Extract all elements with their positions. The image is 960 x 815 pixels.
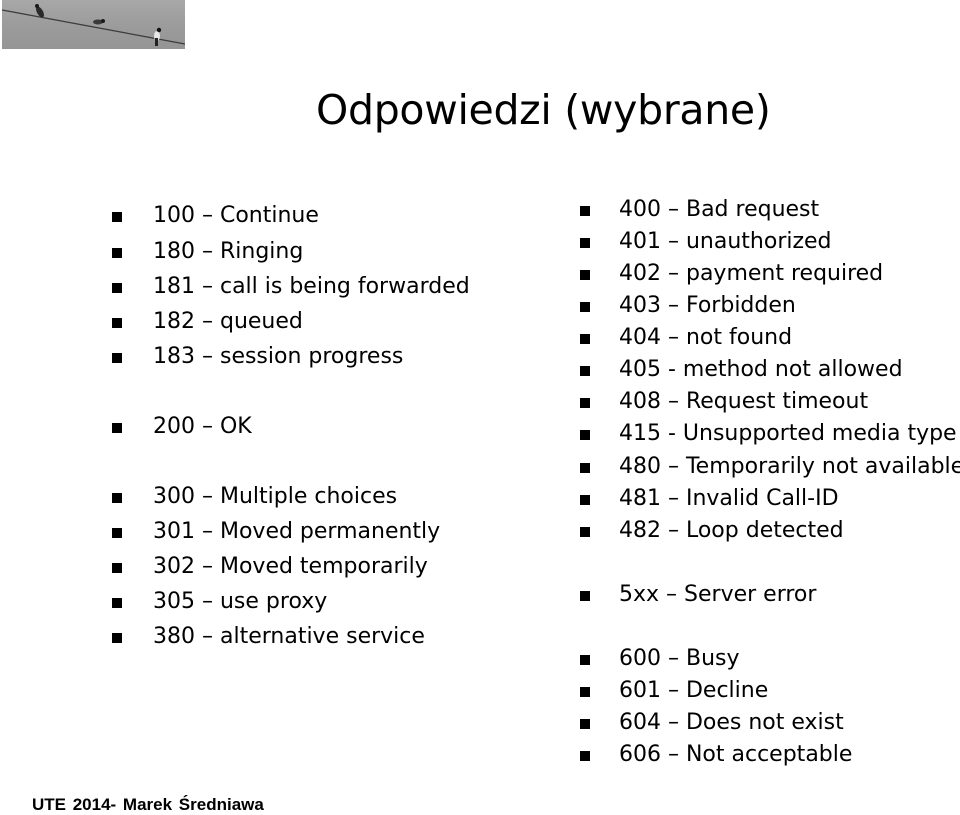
bird-icon (154, 27, 162, 46)
square-bullet-icon (580, 751, 590, 761)
square-bullet-icon (580, 206, 590, 216)
list-item-text: 180 – Ringing (153, 239, 304, 264)
square-bullet-icon (112, 212, 122, 222)
square-bullet-icon (112, 493, 122, 503)
square-bullet-icon (580, 398, 590, 408)
list-item-text: 402 – payment required (619, 261, 884, 286)
list-item-text: 300 – Multiple choices (153, 484, 398, 509)
list-item-text: 380 – alternative service (153, 624, 425, 649)
square-bullet-icon (112, 633, 122, 643)
slide-footer: UTE 2014- Marek Średniawa (32, 795, 264, 814)
square-bullet-icon (580, 719, 590, 729)
square-bullet-icon (112, 248, 122, 258)
list-item-text: 183 – session progress (153, 344, 404, 369)
square-bullet-icon (112, 598, 122, 608)
list-item-text: 482 – Loop detected (619, 518, 844, 543)
bird-icon (93, 19, 105, 25)
square-bullet-icon (580, 430, 590, 440)
list-item-text: 100 – Continue (153, 203, 319, 228)
list-item-text: 302 – Moved temporarily (153, 554, 428, 579)
list-item-text: 408 – Request timeout (619, 389, 869, 414)
square-bullet-icon (112, 318, 122, 328)
slide-title: Odpowiedzi (wybrane) (316, 86, 771, 134)
list-item-text: 301 – Moved permanently (153, 519, 441, 544)
square-bullet-icon (580, 302, 590, 312)
square-bullet-icon (580, 527, 590, 537)
list-item-text: 604 – Does not exist (619, 710, 844, 735)
list-item-text: 405 - method not allowed (619, 357, 903, 382)
square-bullet-icon (580, 655, 590, 665)
square-bullet-icon (112, 528, 122, 538)
square-bullet-icon (112, 283, 122, 293)
square-bullet-icon (580, 495, 590, 505)
list-item-text: 480 – Temporarily not available (619, 454, 960, 479)
list-item-text: 601 – Decline (619, 678, 769, 703)
square-bullet-icon (580, 687, 590, 697)
list-item-text: 481 – Invalid Call-ID (619, 486, 839, 511)
list-item-text: 182 – queued (153, 309, 303, 334)
list-item-text: 5xx – Server error (619, 582, 817, 607)
list-item-text: 415 - Unsupported media type (619, 421, 957, 446)
square-bullet-icon (580, 366, 590, 376)
square-bullet-icon (112, 563, 122, 573)
list-item-text: 600 – Busy (619, 646, 740, 671)
list-item-text: 181 – call is being forwarded (153, 274, 470, 299)
square-bullet-icon (580, 463, 590, 473)
list-item-text: 400 – Bad request (619, 197, 820, 222)
list-item-text: 606 – Not acceptable (619, 742, 853, 767)
list-item-text: 404 – not found (619, 325, 793, 350)
list-item-text: 403 – Forbidden (619, 293, 796, 318)
square-bullet-icon (580, 238, 590, 248)
square-bullet-icon (112, 353, 122, 363)
square-bullet-icon (580, 591, 590, 601)
birds-on-wire-photo (2, 0, 185, 49)
list-item-text: 200 – OK (153, 414, 252, 439)
square-bullet-icon (580, 334, 590, 344)
list-item-text: 401 – unauthorized (619, 229, 832, 254)
square-bullet-icon (112, 423, 122, 433)
square-bullet-icon (580, 270, 590, 280)
list-item-text: 305 – use proxy (153, 589, 328, 614)
